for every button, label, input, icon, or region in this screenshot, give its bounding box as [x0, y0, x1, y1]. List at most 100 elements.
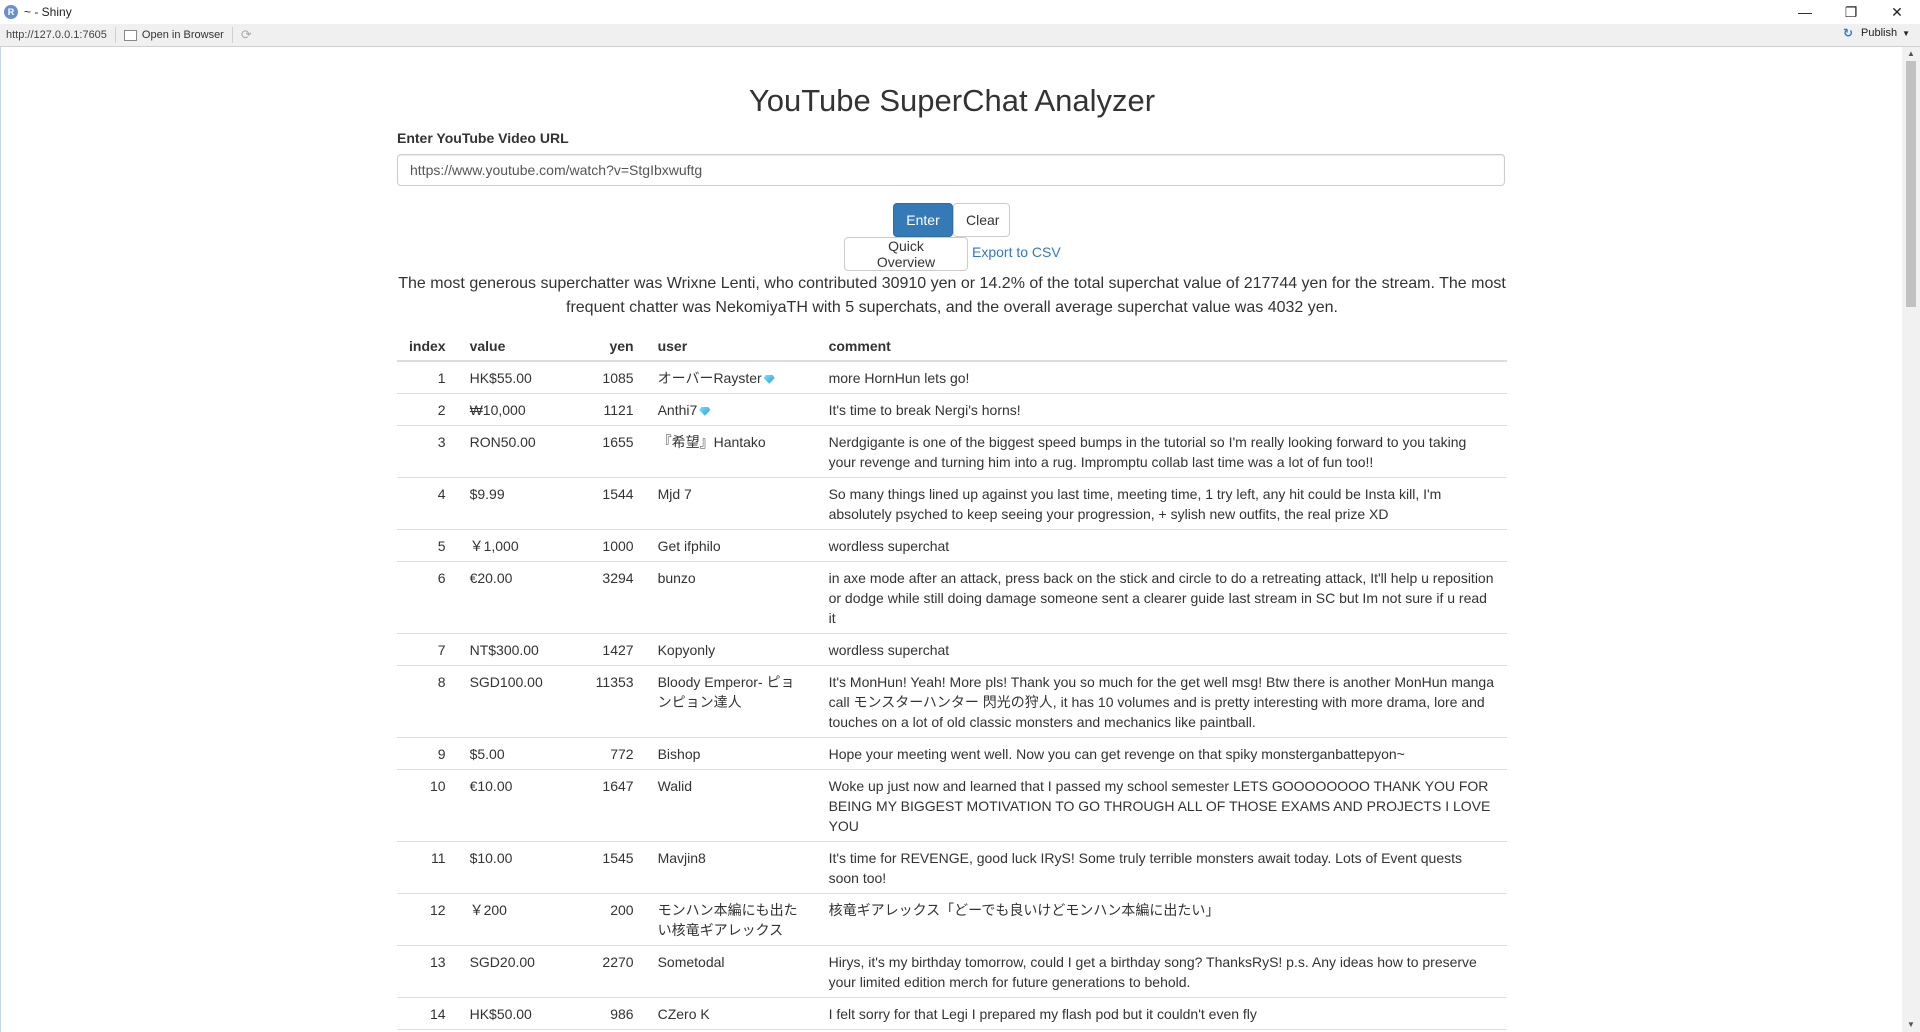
cell-index: 12 — [397, 893, 458, 946]
cell-yen: 1000 — [577, 529, 646, 562]
cell-index-text: 1 — [437, 370, 446, 386]
cell-user-text: 『希望』Hantako — [657, 434, 766, 450]
cell-user: Mavjin8 — [645, 841, 817, 894]
cell-value-text: SGD100.00 — [469, 674, 543, 690]
enter-button[interactable]: Enter — [893, 203, 953, 237]
cell-user: Bishop — [645, 737, 817, 770]
cell-comment: Woke up just now and learned that I pass… — [816, 769, 1507, 842]
app-frame: YouTube SuperChat Analyzer Enter YouTube… — [0, 47, 1903, 1032]
quick-overview-button[interactable]: Quick Overview — [844, 237, 968, 271]
open-in-browser-button[interactable]: Open in Browser — [116, 27, 233, 43]
table-row: 6 €20.00 3294 bunzo in axe mode after an att… — [397, 561, 1507, 634]
header-yen[interactable]: yen — [577, 336, 646, 362]
cell-index-text: 11 — [431, 850, 446, 866]
header-index[interactable]: index — [397, 336, 458, 362]
cell-index: 2 — [397, 393, 458, 426]
publish-icon: ↻ — [1843, 26, 1854, 40]
cell-comment: Hope your meeting went well. Now you can… — [816, 737, 1507, 770]
table-body: 1 HK$55.00 1085 オーバーRayster more HornHun let… — [397, 360, 1507, 1032]
cell-user: Get ifphilo — [645, 529, 817, 562]
cell-value-text: ￥200 — [469, 902, 507, 918]
cell-comment-text: It's time for REVENGE, good luck IRyS! S… — [828, 850, 1463, 886]
cell-yen: 1121 — [577, 393, 646, 426]
publish-button[interactable]: ↻ Publish ▼ — [1843, 27, 1910, 39]
r-logo-icon: R — [4, 5, 18, 19]
cell-yen: 1544 — [577, 477, 646, 530]
cell-comment: 核竜ギアレックス「どーでも良いけどモンハン本編に出たい」 — [816, 893, 1507, 946]
scrollbar-thumb[interactable] — [1906, 61, 1916, 307]
table-row: 8 SGD100.00 11353 Bloody Emperor- ピョンピョン達人 I… — [397, 665, 1507, 738]
cell-yen: 3294 — [577, 561, 646, 634]
cell-user-text: Kopyonly — [657, 642, 716, 658]
export-csv-link[interactable]: Export to CSV — [972, 244, 1061, 260]
cell-user-text: オーバーRayster — [657, 370, 762, 386]
cell-user: Mjd 7 — [645, 477, 817, 530]
cell-value-text: HK$55.00 — [469, 370, 532, 386]
cell-user-text: Anthi7 — [657, 402, 698, 418]
table-row: 10 €10.00 1647 Walid Woke up just now and le… — [397, 769, 1507, 842]
cell-comment-text: I felt sorry for that Legi I prepared my… — [828, 1006, 1257, 1022]
cell-yen: 772 — [577, 737, 646, 770]
cell-yen: 986 — [577, 997, 646, 1030]
url-input[interactable] — [397, 154, 1505, 186]
cell-user: オーバーRayster — [645, 360, 817, 394]
cell-comment-text: more HornHun lets go! — [828, 370, 970, 386]
restore-icon[interactable]: ❐ — [1828, 0, 1874, 24]
table-row: 7 NT$300.00 1427 Kopyonly wordless superchat — [397, 633, 1507, 666]
cell-value-text: ￥1,000 — [469, 538, 519, 554]
cell-value: HK$50.00 — [457, 997, 578, 1030]
cell-index: 3 — [397, 425, 458, 478]
cell-user: Sometodal — [645, 945, 817, 998]
cell-value-text: RON50.00 — [469, 434, 536, 450]
cell-index-text: 2 — [437, 402, 446, 418]
cell-user-text: Walid — [657, 778, 693, 794]
scroll-down-icon[interactable]: ▼ — [1902, 1018, 1920, 1032]
cell-value: NT$300.00 — [457, 633, 578, 666]
close-icon[interactable]: ✕ — [1874, 0, 1920, 24]
cell-user: Kopyonly — [645, 633, 817, 666]
cell-value: €20.00 — [457, 561, 578, 634]
header-value[interactable]: value — [457, 336, 578, 362]
cell-value: SGD20.00 — [457, 945, 578, 998]
table-header-row: index value yen user comment — [397, 336, 1507, 362]
cell-user-text: Sometodal — [657, 954, 725, 970]
cell-index: 14 — [397, 997, 458, 1030]
scroll-up-icon[interactable]: ▲ — [1902, 47, 1920, 61]
cell-comment-text: So many things lined up against you last… — [828, 486, 1442, 522]
cell-index-text: 5 — [437, 538, 446, 554]
cell-yen: 200 — [577, 893, 646, 946]
cell-user-text: モンハン本編にも出たい核竜ギアレックス — [657, 902, 798, 938]
cell-comment: It's time to break Nergi's horns! — [816, 393, 1507, 426]
cell-comment-text: Hirys, it's my birthday tomorrow, could … — [828, 954, 1477, 990]
cell-yen-text: 986 — [610, 1006, 634, 1022]
cell-value: ￥200 — [457, 893, 578, 946]
cell-user-text: CZero K — [657, 1006, 710, 1022]
cell-user: Walid — [645, 769, 817, 842]
cell-index: 6 — [397, 561, 458, 634]
cell-comment: I felt sorry for that Legi I prepared my… — [816, 997, 1507, 1030]
cell-yen: 1647 — [577, 769, 646, 842]
table-row: 4 $9.99 1544 Mjd 7 So many things lined up a… — [397, 477, 1507, 530]
cell-value: $10.00 — [457, 841, 578, 894]
table-row: 2 ₩10,000 1121 Anthi7 It's time to break Ner… — [397, 393, 1507, 426]
header-user[interactable]: user — [645, 336, 817, 362]
diamond-icon — [699, 406, 711, 416]
cell-user: 『希望』Hantako — [645, 425, 817, 478]
cell-value: ₩10,000 — [457, 393, 578, 426]
cell-yen-text: 200 — [610, 902, 634, 918]
header-comment[interactable]: comment — [816, 336, 1507, 362]
cell-index-text: 12 — [430, 902, 446, 918]
cell-index-text: 14 — [430, 1006, 446, 1022]
table-row: 14 HK$50.00 986 CZero K I felt sorry for tha… — [397, 997, 1507, 1030]
cell-value-text: HK$50.00 — [469, 1006, 532, 1022]
minimize-icon[interactable]: — — [1782, 0, 1828, 24]
refresh-icon[interactable]: ⟳ — [241, 27, 252, 43]
page-scrollbar[interactable]: ▲ ▼ — [1902, 47, 1920, 1032]
cell-comment: It's MonHun! Yeah! More pls! Thank you s… — [816, 665, 1507, 738]
viewer-url: http://127.0.0.1:7605 — [0, 27, 116, 43]
cell-comment: It's time for REVENGE, good luck IRyS! S… — [816, 841, 1507, 894]
cell-value: RON50.00 — [457, 425, 578, 478]
cell-yen-text: 1427 — [602, 642, 634, 658]
cell-value-text: $5.00 — [469, 746, 505, 762]
clear-button[interactable]: Clear — [953, 203, 1010, 237]
